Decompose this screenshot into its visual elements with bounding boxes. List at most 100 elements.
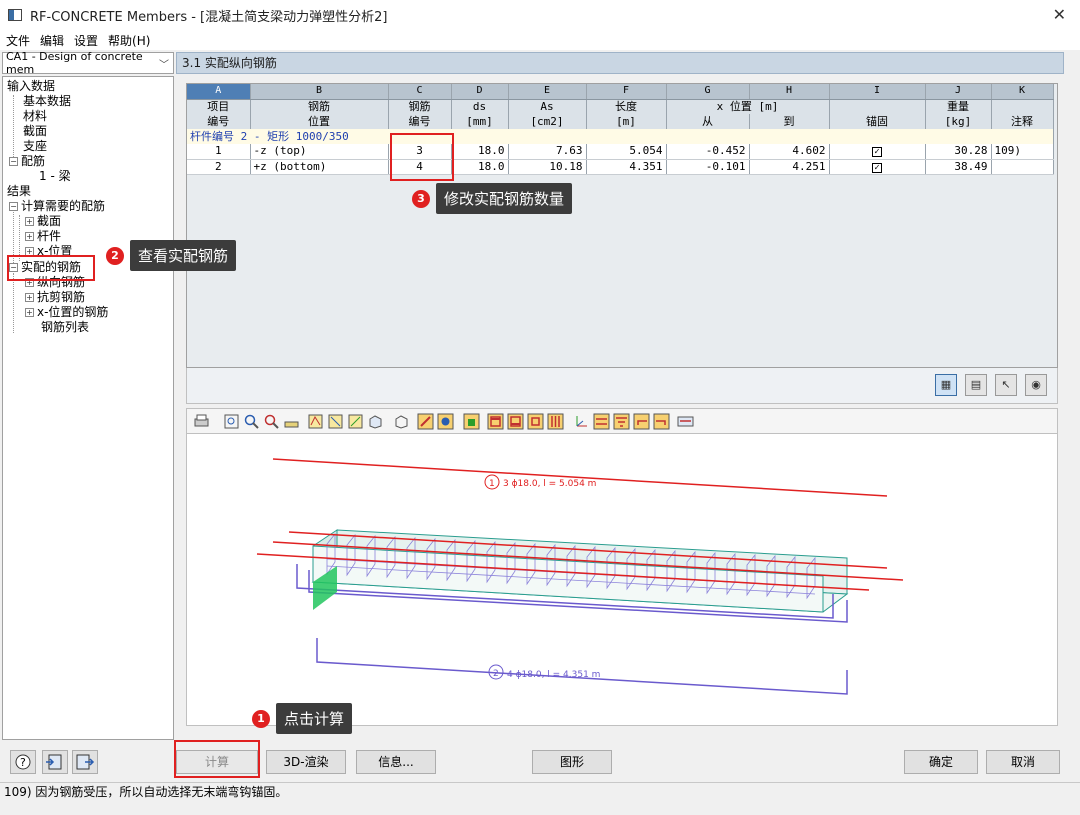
design-case-select[interactable]: CA1 - Design of concrete mem ﹀ — [2, 50, 174, 76]
cell-x-to[interactable]: 4.251 — [749, 159, 830, 175]
tree-support[interactable]: 支座 — [23, 139, 47, 154]
cancel-button[interactable]: 取消 — [986, 750, 1060, 774]
col-letter[interactable]: A — [187, 84, 251, 100]
expand-icon[interactable]: + — [25, 217, 34, 226]
col-letter[interactable]: E — [508, 84, 587, 100]
view-icon[interactable]: ◉ — [1025, 374, 1047, 396]
cell-position[interactable]: +z (bottom) — [250, 159, 389, 175]
print-icon[interactable]: ▤ — [965, 374, 987, 396]
col-letter[interactable]: J — [925, 84, 992, 100]
view-z-icon[interactable] — [347, 413, 364, 430]
tree-base-data[interactable]: 基本数据 — [23, 94, 71, 109]
cell-item[interactable]: 2 — [187, 159, 251, 175]
cell-item[interactable]: 1 — [187, 144, 251, 160]
collapse-icon[interactable]: − — [9, 202, 18, 211]
settings-graphic-icon[interactable] — [677, 413, 694, 430]
show-edit-icon[interactable] — [417, 413, 434, 430]
export-button[interactable] — [72, 750, 98, 774]
col-letter[interactable]: C — [388, 84, 452, 100]
tree-reinf-list[interactable]: 钢筋列表 — [41, 320, 89, 335]
cell-ds[interactable]: 18.0 — [451, 144, 509, 160]
anchorage-checkbox[interactable]: ✓ — [872, 162, 882, 173]
wireframe-icon[interactable] — [393, 413, 410, 430]
render-3d-button[interactable]: 3D-渲染 — [266, 750, 346, 774]
view-y-icon[interactable] — [327, 413, 344, 430]
cell-position[interactable]: -z (top) — [250, 144, 389, 160]
hook-left-icon[interactable] — [633, 413, 650, 430]
cell-ds[interactable]: 18.0 — [451, 159, 509, 175]
axes-icon[interactable] — [573, 413, 590, 430]
render-icon[interactable] — [437, 413, 454, 430]
rebar-3d-graphic[interactable]: 1 3 ϕ18.0, l = 5.054 m 2 4 ϕ18.0, l = 4.… — [186, 434, 1058, 726]
cell-anchorage[interactable]: ✓ — [829, 159, 926, 175]
menu-settings[interactable]: 设置 — [74, 32, 98, 49]
cell-length[interactable]: 5.054 — [586, 144, 667, 160]
ok-button[interactable]: 确定 — [904, 750, 978, 774]
expand-icon[interactable]: + — [25, 308, 34, 317]
collapse-icon[interactable]: − — [9, 157, 18, 166]
column-header: 从 — [666, 114, 750, 129]
tree-beam[interactable]: 1 - 梁 — [39, 169, 71, 184]
cell-as[interactable]: 10.18 — [508, 159, 587, 175]
stirrups-icon[interactable] — [527, 413, 544, 430]
cell-x-from[interactable]: -0.101 — [666, 159, 750, 175]
tree-req-member[interactable]: + 杆件 — [25, 229, 61, 244]
table-row[interactable]: 1 -z (top) 3 18.0 7.63 5.054 -0.452 4.60… — [187, 144, 1054, 160]
tree-req-section[interactable]: + 截面 — [25, 214, 61, 229]
hook-right-icon[interactable] — [653, 413, 670, 430]
graphic-button[interactable]: 图形 — [532, 750, 612, 774]
section-display-icon[interactable] — [463, 413, 480, 430]
tree-required-reinf[interactable]: − 计算需要的配筋 — [9, 199, 105, 214]
top-bars-icon[interactable] — [487, 413, 504, 430]
col-letter[interactable]: D — [451, 84, 509, 100]
help-button[interactable]: ? — [10, 750, 36, 774]
info-button[interactable]: 信息... — [356, 750, 436, 774]
cell-anchorage[interactable]: ✓ — [829, 144, 926, 160]
zoom-all-icon[interactable] — [223, 413, 240, 430]
tree-section[interactable]: 截面 — [23, 124, 47, 139]
cell-x-from[interactable]: -0.452 — [666, 144, 750, 160]
pointer-select-icon[interactable]: ↖ — [995, 374, 1017, 396]
tree-reinforcement[interactable]: − 配筋 — [9, 154, 45, 169]
anchorage-checkbox[interactable]: ✓ — [872, 147, 882, 158]
close-button[interactable]: ✕ — [1053, 5, 1066, 24]
cell-x-to[interactable]: 4.602 — [749, 144, 830, 160]
design-case-value: CA1 - Design of concrete mem — [6, 50, 143, 76]
table-row[interactable]: 2 +z (bottom) 4 18.0 10.18 4.351 -0.101 … — [187, 159, 1054, 175]
tree-shear[interactable]: + 抗剪钢筋 — [25, 290, 85, 305]
tree-input-data[interactable]: 输入数据 — [7, 79, 55, 94]
col-letter[interactable]: H — [749, 84, 830, 100]
col-letter[interactable]: F — [586, 84, 667, 100]
zoom-icon[interactable] — [243, 413, 260, 430]
export-excel-icon[interactable]: ▦ — [935, 374, 957, 396]
menu-file[interactable]: 文件 — [6, 32, 30, 49]
cell-as[interactable]: 7.63 — [508, 144, 587, 160]
menu-edit[interactable]: 编辑 — [40, 32, 64, 49]
all-bars-icon[interactable] — [547, 413, 564, 430]
col-letter[interactable]: K — [991, 84, 1054, 100]
isometric-view-icon[interactable] — [367, 413, 384, 430]
col-letter[interactable]: B — [250, 84, 389, 100]
bottom-bars-icon[interactable] — [507, 413, 524, 430]
cell-note[interactable] — [991, 159, 1054, 175]
view-x-icon[interactable] — [307, 413, 324, 430]
ruler-icon[interactable] — [283, 413, 300, 430]
print-graphic-icon[interactable] — [193, 413, 210, 430]
col-letter[interactable]: I — [829, 84, 926, 100]
expand-icon[interactable]: + — [25, 232, 34, 241]
cell-length[interactable]: 4.351 — [586, 159, 667, 175]
callout-number: 1 — [252, 709, 270, 728]
expand-icon[interactable]: + — [25, 293, 34, 302]
tree-x-reinf[interactable]: + x-位置的钢筋 — [25, 305, 108, 320]
tree-results[interactable]: 结果 — [7, 184, 31, 199]
tree-material[interactable]: 材料 — [23, 109, 47, 124]
cell-weight[interactable]: 30.28 — [925, 144, 992, 160]
cell-weight[interactable]: 38.49 — [925, 159, 992, 175]
anchorage-icon[interactable] — [613, 413, 630, 430]
cell-note[interactable]: 109) — [991, 144, 1054, 160]
zoom-window-icon[interactable] — [263, 413, 280, 430]
dimension-icon[interactable] — [593, 413, 610, 430]
menu-help[interactable]: 帮助(H) — [108, 32, 150, 49]
import-button[interactable] — [42, 750, 68, 774]
col-letter[interactable]: G — [666, 84, 750, 100]
